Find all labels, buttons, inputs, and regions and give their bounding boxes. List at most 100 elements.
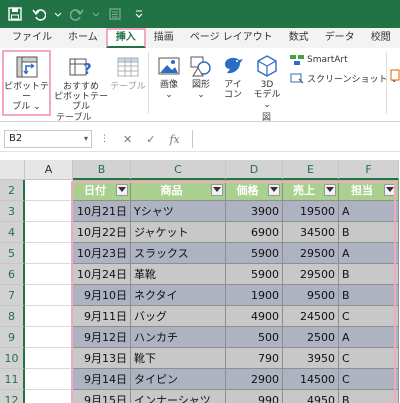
table-cell-rep[interactable]: C	[339, 369, 399, 390]
filter-dropdown-icon[interactable]	[268, 184, 280, 196]
table-cell-date[interactable]: 10月23日	[73, 243, 131, 264]
table-cell-price[interactable]: 4900	[226, 306, 283, 327]
cell-a12[interactable]	[25, 390, 73, 403]
table-header-product[interactable]: 商品	[131, 180, 226, 201]
shapes-button[interactable]: 図形 ⌄	[186, 54, 216, 100]
table-cell-sales[interactable]: 24500	[283, 306, 339, 327]
table-cell-date[interactable]: 10月24日	[73, 264, 131, 285]
table-cell-rep[interactable]: B	[339, 285, 399, 306]
table-cell-date[interactable]: 10月21日	[73, 201, 131, 222]
table-header-date[interactable]: 日付	[73, 180, 131, 201]
table-cell-price[interactable]: 3900	[226, 201, 283, 222]
table-cell-product[interactable]: インナーシャツ	[131, 390, 226, 403]
table-cell-product[interactable]: ハンカチ	[131, 327, 226, 348]
table-cell-price[interactable]: 5900	[226, 264, 283, 285]
table-cell-sales[interactable]: 29500	[283, 243, 339, 264]
name-box[interactable]: B2 ▾	[4, 130, 92, 148]
formula-input[interactable]	[192, 130, 400, 148]
table-cell-price[interactable]: 2900	[226, 369, 283, 390]
table-cell-date[interactable]: 10月22日	[73, 222, 131, 243]
more-icon[interactable]: ⋮	[100, 134, 109, 144]
cell-a10[interactable]	[25, 348, 73, 369]
table-cell-date[interactable]: 9月14日	[73, 369, 131, 390]
table-cell-sales[interactable]: 34500	[283, 222, 339, 243]
column-header-d[interactable]: D	[226, 160, 283, 180]
row-header-8[interactable]: 8	[0, 306, 25, 327]
undo-icon[interactable]	[30, 5, 48, 23]
tab-data[interactable]: データ	[317, 28, 363, 48]
column-header-e[interactable]: E	[283, 160, 339, 180]
table-cell-product[interactable]: ネクタイ	[131, 285, 226, 306]
screenshot-button[interactable]: スクリーンショット ⌄	[290, 72, 398, 85]
table-cell-date[interactable]: 9月15日	[73, 390, 131, 403]
cell-a5[interactable]	[25, 243, 73, 264]
cell-a2[interactable]	[25, 180, 73, 201]
pivot-table-button[interactable]: ピボットテー ブル ⌄	[4, 54, 49, 112]
filter-dropdown-icon[interactable]	[384, 184, 396, 196]
column-header-a[interactable]: A	[25, 160, 73, 180]
cell-a7[interactable]	[25, 285, 73, 306]
image-button[interactable]: 画像 ⌄	[154, 54, 184, 100]
table-cell-product[interactable]: 革靴	[131, 264, 226, 285]
table-cell-rep[interactable]: C	[339, 348, 399, 369]
table-cell-date[interactable]: 9月13日	[73, 348, 131, 369]
smartart-button[interactable]: SmartArt	[290, 54, 348, 66]
row-header-7[interactable]: 7	[0, 285, 25, 306]
table-cell-sales[interactable]: 29500	[283, 264, 339, 285]
table-cell-sales[interactable]: 9500	[283, 285, 339, 306]
table-cell-product[interactable]: 靴下	[131, 348, 226, 369]
row-header-10[interactable]: 10	[0, 348, 25, 369]
filter-dropdown-icon[interactable]	[211, 184, 223, 196]
row-header-5[interactable]: 5	[0, 243, 25, 264]
table-cell-price[interactable]: 1900	[226, 285, 283, 306]
table-cell-price[interactable]: 790	[226, 348, 283, 369]
table-cell-rep[interactable]: B	[339, 390, 399, 403]
table-header-rep[interactable]: 担当	[339, 180, 399, 201]
table-header-sales[interactable]: 売上	[283, 180, 339, 201]
table-cell-rep[interactable]: A	[339, 327, 399, 348]
table-cell-price[interactable]: 6900	[226, 222, 283, 243]
insert-function-icon[interactable]: fx	[169, 133, 179, 146]
row-header-3[interactable]: 3	[0, 201, 25, 222]
table-cell-product[interactable]: スラックス	[131, 243, 226, 264]
table-cell-rep[interactable]: C	[339, 306, 399, 327]
table-cell-product[interactable]: バッグ	[131, 306, 226, 327]
row-header-12[interactable]: 12	[0, 390, 25, 403]
filter-dropdown-icon[interactable]	[324, 184, 336, 196]
table-cell-rep[interactable]: B	[339, 264, 399, 285]
table-cell-rep[interactable]: B	[339, 222, 399, 243]
table-header-price[interactable]: 価格	[226, 180, 283, 201]
row-header-2[interactable]: 2	[0, 180, 25, 201]
tab-page-layout[interactable]: ページ レイアウト	[182, 28, 281, 48]
column-header-f[interactable]: F	[339, 160, 399, 180]
table-cell-price[interactable]: 500	[226, 327, 283, 348]
table-cell-product[interactable]: タイピン	[131, 369, 226, 390]
cell-a11[interactable]	[25, 369, 73, 390]
table-cell-price[interactable]: 5900	[226, 243, 283, 264]
table-cell-price[interactable]: 990	[226, 390, 283, 403]
table-cell-date[interactable]: 9月12日	[73, 327, 131, 348]
table-cell-date[interactable]: 9月10日	[73, 285, 131, 306]
table-button[interactable]: テーブル	[110, 54, 146, 92]
name-box-dropdown-icon[interactable]: ▾	[84, 131, 88, 147]
cell-a3[interactable]	[25, 201, 73, 222]
tab-formulas[interactable]: 数式	[281, 28, 317, 48]
addins-button[interactable]	[390, 68, 400, 84]
row-header-4[interactable]: 4	[0, 222, 25, 243]
table-cell-product[interactable]: Yシャツ	[131, 201, 226, 222]
select-all-corner[interactable]	[0, 160, 25, 180]
table-cell-sales[interactable]: 4950	[283, 390, 339, 403]
customize-quick-access-icon[interactable]	[130, 5, 148, 23]
recommended-pivot-button[interactable]: ? おすすめ ピボットテーブル	[52, 54, 110, 112]
cell-a9[interactable]	[25, 327, 73, 348]
table-cell-rep[interactable]: A	[339, 243, 399, 264]
tab-draw[interactable]: 描画	[146, 28, 182, 48]
filter-dropdown-icon[interactable]	[116, 184, 128, 196]
table-cell-sales[interactable]: 14500	[283, 369, 339, 390]
table-cell-date[interactable]: 9月11日	[73, 306, 131, 327]
tab-file[interactable]: ファイル	[4, 28, 60, 48]
cell-a4[interactable]	[25, 222, 73, 243]
column-header-b[interactable]: B	[73, 160, 131, 180]
table-cell-sales[interactable]: 19500	[283, 201, 339, 222]
table-cell-product[interactable]: ジャケット	[131, 222, 226, 243]
